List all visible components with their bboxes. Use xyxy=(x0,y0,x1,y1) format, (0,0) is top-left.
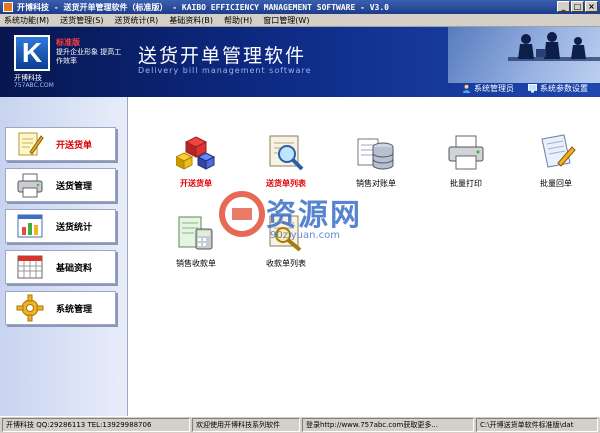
menu-statistics[interactable]: 送货统计(R) xyxy=(114,15,158,26)
maximize-button[interactable]: □ xyxy=(571,1,584,12)
status-bar: 开博科技 QQ:29286113 TEL:13929988706 欢迎使用开博科… xyxy=(0,416,600,433)
tile-receipt-list[interactable]: 收款单列表 xyxy=(251,213,321,269)
magnifier-list-icon xyxy=(269,215,302,252)
header-photo xyxy=(448,27,600,83)
calendar-grid-icon xyxy=(17,255,43,279)
sidebar-item-basic-data[interactable]: 基础资料 xyxy=(5,250,116,284)
admin-link-label: 系统管理员 xyxy=(474,84,514,93)
minimize-button[interactable]: _ xyxy=(557,1,570,12)
printer-icon xyxy=(448,135,484,170)
edition-badge: 标准版 xyxy=(56,38,80,47)
pencil-note-icon xyxy=(18,132,44,156)
tile-new-delivery[interactable]: 开送货单 xyxy=(161,133,231,189)
sidebar-item-label: 送货统计 xyxy=(56,222,93,233)
title-bar: 开博科技 - 送货开单管理软件（标准版） - KAIBO EFFICIENCY … xyxy=(0,0,600,14)
tile-label: 开送货单 xyxy=(180,179,212,188)
menu-bar: 系统功能(M) 送货管理(S) 送货统计(R) 基础资料(B) 帮助(H) 窗口… xyxy=(0,14,600,27)
admin-link[interactable]: 系统管理员 xyxy=(462,83,514,94)
menu-system[interactable]: 系统功能(M) xyxy=(4,15,49,26)
main-content: 开送货单 送货单列表 销售对账单 批量打印 批量回单 销售收款单 收款单列表 资… xyxy=(128,97,600,416)
status-welcome: 欢迎使用开博科技系列软件 xyxy=(192,418,300,432)
sidebar-item-label: 基础资料 xyxy=(56,263,93,274)
menu-window[interactable]: 窗口管理(W) xyxy=(263,15,309,26)
app-icon xyxy=(3,2,13,12)
status-contact: 开博科技 QQ:29286113 TEL:13929988706 xyxy=(2,418,190,432)
settings-link-label: 系统参数设置 xyxy=(540,84,588,93)
company-website: 757ABC.COM xyxy=(14,82,54,89)
settings-link[interactable]: 系统参数设置 xyxy=(528,83,588,94)
bar-chart-icon xyxy=(17,214,43,238)
tile-sales-statement[interactable]: 销售对账单 xyxy=(341,133,411,189)
tile-delivery-list[interactable]: 送货单列表 xyxy=(251,133,321,189)
gear-icon xyxy=(16,294,44,322)
app-subtitle: Delivery bill management software xyxy=(138,66,312,75)
tile-label: 销售对账单 xyxy=(356,179,396,188)
sidebar-item-delivery-management[interactable]: 送货管理 xyxy=(5,168,116,202)
slogan: 提升企业形象 提高工作效率 xyxy=(56,48,122,65)
tile-batch-print[interactable]: 批量打印 xyxy=(431,133,501,189)
sidebar-item-label: 开送货单 xyxy=(56,140,93,151)
sidebar-item-label: 系统管理 xyxy=(56,304,93,315)
close-button[interactable]: × xyxy=(585,1,598,12)
app-title: 送货开单管理软件 xyxy=(138,45,307,67)
receipt-calculator-icon xyxy=(178,216,213,250)
document-pencil-icon xyxy=(541,134,576,168)
sidebar-item-system-management[interactable]: 系统管理 xyxy=(5,291,116,325)
tile-label: 销售收款单 xyxy=(176,259,216,268)
tile-sales-receipt[interactable]: 销售收款单 xyxy=(161,213,231,269)
sidebar-item-delivery-statistics[interactable]: 送货统计 xyxy=(5,209,116,243)
company-logo: K 标准版 提升企业形象 提高工作效率 开博科技 757ABC.COM xyxy=(14,35,126,91)
menu-delivery[interactable]: 送货管理(S) xyxy=(60,15,103,26)
header-banner: K 标准版 提升企业形象 提高工作效率 开博科技 757ABC.COM 送货开单… xyxy=(0,27,600,97)
tile-label: 收款单列表 xyxy=(266,259,306,268)
status-path: C:\开博送货单软件标准版\dat xyxy=(476,418,598,432)
tile-label: 送货单列表 xyxy=(266,179,306,188)
status-website: 登录http://www.757abc.com获取更多... xyxy=(302,418,474,432)
monitor-icon xyxy=(528,84,537,93)
tile-label: 批量回单 xyxy=(540,179,572,188)
menu-help[interactable]: 帮助(H) xyxy=(224,15,252,26)
magnifier-icon xyxy=(269,135,304,171)
menu-basic-data[interactable]: 基础资料(B) xyxy=(169,15,213,26)
tile-label: 批量打印 xyxy=(450,179,482,188)
cubes-icon xyxy=(174,136,216,170)
window-title: 开博科技 - 送货开单管理软件（标准版） - KAIBO EFFICIENCY … xyxy=(17,2,390,12)
header-links: 系统管理员 系统参数设置 xyxy=(462,83,588,94)
user-icon xyxy=(462,84,471,93)
window-controls: _ □ × xyxy=(557,1,598,12)
sidebar-item-new-delivery[interactable]: 开送货单 xyxy=(5,127,116,161)
sidebar: 开送货单 送货管理 送货统计 基础资料 系统管理 xyxy=(0,97,128,416)
database-icon xyxy=(357,138,394,170)
printer-icon xyxy=(17,173,43,198)
logo-letter: K xyxy=(14,35,50,71)
sidebar-item-label: 送货管理 xyxy=(56,181,93,192)
tile-batch-receipt[interactable]: 批量回单 xyxy=(521,133,591,189)
